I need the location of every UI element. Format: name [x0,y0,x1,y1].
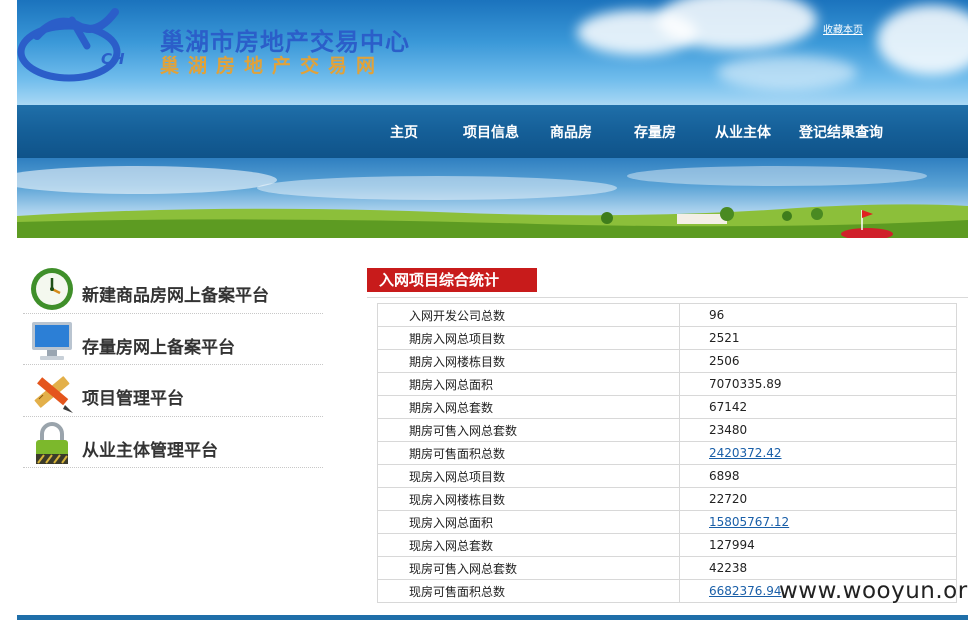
stat-label: 期房入网总面积 [377,372,680,396]
table-row: 现房入网楼栋目数 22720 [377,487,957,511]
sidebar-item-project-management[interactable]: 项目管理平台 [23,365,323,417]
stat-value-cell: 96 [679,303,957,327]
stat-label: 期房可售入网总套数 [377,418,680,442]
stats-header: 入网项目综合统计 [367,268,968,298]
sidebar-item-label: 项目管理平台 [82,389,184,409]
sidebar-item-new-housing-filing[interactable]: 新建商品房网上备案平台 [23,262,323,314]
nav-existing-housing[interactable]: 存量房 [634,122,676,142]
stat-value: 7070335.89 [709,377,782,391]
stat-value-cell: 2506 [679,349,957,373]
table-row: 期房入网总项目数 2521 [377,326,957,350]
table-row: 期房入网楼栋目数 2506 [377,349,957,373]
stat-label: 现房可售面积总数 [377,579,680,603]
landscape-banner [17,158,968,238]
table-row: 现房可售入网总套数 42238 [377,556,957,580]
footer-bar [17,615,968,620]
main-nav: 主页 项目信息 商品房 存量房 从业主体 登记结果查询 [17,105,968,158]
sidebar-item-label: 从业主体管理平台 [82,440,218,461]
table-row: 期房可售面积总数 2420372.42 [377,441,957,465]
stat-value-cell: 15805767.12 [679,510,957,534]
stat-value-cell: 23480 [679,418,957,442]
site-subtitle: 巢湖房地产交易网 [160,55,385,77]
table-row: 期房可售入网总套数 23480 [377,418,957,442]
stat-value-cell: 127994 [679,533,957,557]
stat-value: 6898 [709,469,740,483]
stat-value-link[interactable]: 15805767.12 [709,515,789,529]
stat-value: 127994 [709,538,755,552]
pencil-ruler-icon [34,376,73,413]
landscape-illustration [17,166,968,238]
site-header: CH 巢湖市房地产交易中心 巢湖房地产交易网 收藏本页 [17,0,968,105]
table-row: 现房入网总项目数 6898 [377,464,957,488]
stat-label: 现房可售入网总套数 [377,556,680,580]
nav-registration-query[interactable]: 登记结果查询 [799,122,883,142]
sidebar-item-label: 存量房网上备案平台 [82,337,235,358]
stat-value: 2521 [709,331,740,345]
stat-value: 96 [709,308,725,322]
stat-value-cell: 2521 [679,326,957,350]
stat-value: 23480 [709,423,748,437]
lock-icon [36,421,68,464]
stat-label: 期房入网楼栋目数 [377,349,680,373]
stat-value: 42238 [709,561,748,575]
stat-label: 入网开发公司总数 [377,303,680,327]
stat-label: 期房入网总套数 [377,395,680,419]
watermark: www.wooyun.org [779,578,968,604]
stat-value-link[interactable]: 6682376.94 [709,584,782,598]
stat-value: 22720 [709,492,748,506]
table-row: 现房入网总套数 127994 [377,533,957,557]
platform-sidebar: 新建商品房网上备案平台 存量房网上备案平台 项目管理平台 从业主体管理平台 [23,262,323,468]
left-margin [0,0,17,620]
sidebar-item-existing-housing-filing[interactable]: 存量房网上备案平台 [23,314,323,365]
nav-commercial-housing[interactable]: 商品房 [550,122,592,142]
cloud-decoration [717,55,857,90]
monitor-icon [32,321,72,360]
clock-icon [31,268,73,310]
stat-label: 期房入网总项目数 [377,326,680,350]
stat-value-link[interactable]: 2420372.42 [709,446,782,460]
bookmark-link[interactable]: 收藏本页 [823,21,863,36]
table-row: 入网开发公司总数 96 [377,303,957,327]
nav-home[interactable]: 主页 [390,122,418,142]
page: CH 巢湖市房地产交易中心 巢湖房地产交易网 收藏本页 主页 项目信息 商品房 … [17,0,968,620]
nav-project-info[interactable]: 项目信息 [463,122,519,142]
stat-label: 现房入网总套数 [377,533,680,557]
stat-value: 67142 [709,400,748,414]
table-row: 期房入网总套数 67142 [377,395,957,419]
stat-label: 期房可售面积总数 [377,441,680,465]
stat-value-cell: 6898 [679,464,957,488]
cloud-decoration [877,5,968,75]
stats-title: 入网项目综合统计 [367,268,537,292]
site-logo: CH [17,8,125,82]
stat-value-cell: 22720 [679,487,957,511]
stat-label: 现房入网楼栋目数 [377,487,680,511]
logo-text: CH [101,50,125,68]
stats-table: 入网开发公司总数 96 期房入网总项目数 2521 期房入网楼栋目数 2506 期房入网总面… [377,303,957,603]
stat-value-cell: 67142 [679,395,957,419]
stat-value-cell: 2420372.42 [679,441,957,465]
sidebar-item-practitioner-management[interactable]: 从业主体管理平台 [23,417,323,468]
stat-label: 现房入网总项目数 [377,464,680,488]
table-row: 期房入网总面积 7070335.89 [377,372,957,396]
stat-value-cell: 42238 [679,556,957,580]
stat-value-cell: 7070335.89 [679,372,957,396]
stat-value: 2506 [709,354,740,368]
stat-label: 现房入网总面积 [377,510,680,534]
nav-practitioners[interactable]: 从业主体 [715,122,771,142]
sidebar-item-label: 新建商品房网上备案平台 [82,286,269,306]
table-row: 现房入网总面积 15805767.12 [377,510,957,534]
